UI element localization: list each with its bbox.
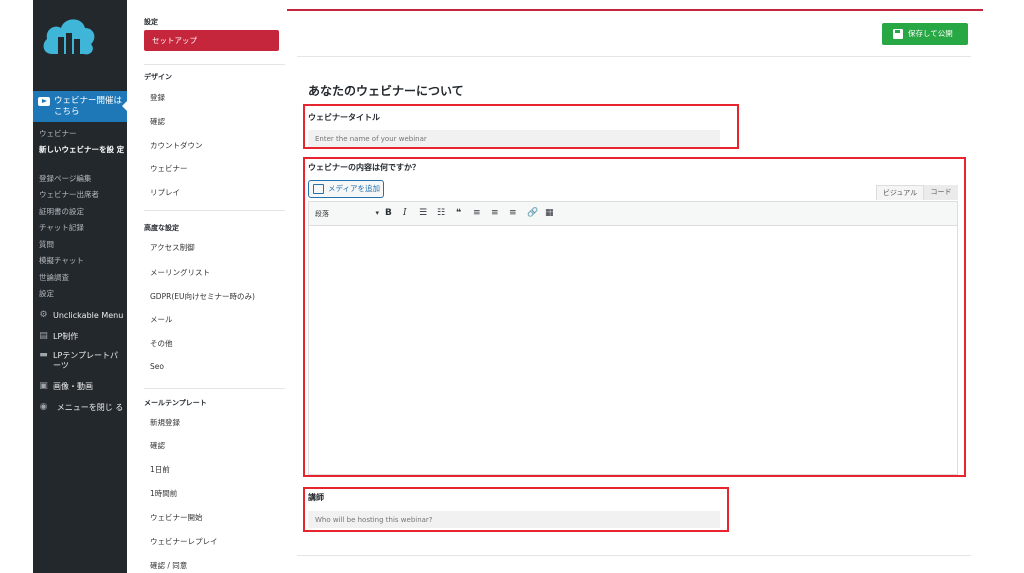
submenu-item[interactable]: チャット記録 [39, 223, 125, 232]
header-divider [297, 56, 971, 57]
add-media-label: メディアを追加 [328, 184, 380, 193]
align-center-icon[interactable]: ≡ [491, 207, 499, 219]
submenu-item[interactable]: 世論調査 [39, 273, 125, 282]
main-content: 保存して公開 あなたのウェビナーについて ウェビナータイトル ウェビナーの内容は… [297, 11, 971, 573]
nav-item[interactable]: ウェビナーレプレイ [150, 536, 218, 547]
media-icon [313, 184, 324, 194]
current-indicator [122, 101, 127, 111]
bulleted-list-icon[interactable]: ☰ [419, 207, 427, 219]
content-label: ウェビナーの内容は何ですか？ [308, 163, 420, 172]
submenu-item[interactable]: ウェビナー [39, 129, 125, 138]
nav-item[interactable]: アクセス制御 [150, 242, 195, 253]
section-divider [297, 555, 971, 556]
editor-toolbar: 段落 B I ☰ ☷ ❝ ≡ ≡ ≡ 🔗 ▦ [308, 201, 958, 226]
nav-item[interactable]: メール [150, 314, 173, 325]
host-input[interactable] [308, 511, 720, 528]
settings-nav: 設定 セットアップ デザイン 登録 確認 カウントダウン ウェビナー リプレイ … [139, 8, 287, 573]
submenu-item-current[interactable]: 新しいウェビナーを設 定 [39, 145, 125, 154]
nav-item[interactable]: 1日前 [150, 464, 170, 475]
cloud-logo-icon [40, 6, 98, 68]
nav-item[interactable]: GDPR(EU向けセミナー時のみ) [150, 291, 255, 302]
section-heading: デザイン [144, 73, 172, 81]
italic-button[interactable]: I [403, 207, 407, 219]
section-heading: 高度な設定 [144, 224, 179, 232]
media-icon: ▣ [39, 381, 48, 391]
nav-item[interactable]: カウントダウン [150, 140, 203, 151]
admin-sidebar: ウェビナー開催は こちら ウェビナー 新しいウェビナーを設 定 登録ページ編集 … [33, 0, 127, 573]
floppy-disk-icon [893, 29, 903, 39]
divider [144, 388, 285, 389]
pages-icon: ▤ [39, 331, 48, 341]
sidebar-item-label: 画像・動画 [53, 382, 93, 391]
nav-item[interactable]: Seo [150, 362, 164, 371]
sidebar-item-label: Unclickable Menu [53, 311, 124, 320]
nav-item[interactable]: 新規登録 [150, 417, 180, 428]
submenu-item[interactable]: ウェビナー出席者 [39, 190, 125, 199]
nav-item[interactable]: その他 [150, 338, 173, 349]
video-icon [38, 97, 50, 106]
numbered-list-icon[interactable]: ☷ [437, 207, 445, 219]
submenu-item[interactable]: 質問 [39, 240, 125, 249]
submenu-item[interactable]: 模擬チャット [39, 256, 125, 265]
host-label: 講師 [308, 493, 324, 502]
format-select[interactable]: 段落 [315, 209, 379, 219]
editor-content-area[interactable] [308, 226, 958, 475]
section-heading: メールテンプレート [144, 399, 207, 407]
nav-item[interactable]: メーリングリスト [150, 267, 210, 278]
divider [144, 64, 285, 65]
gear-icon: ⚙ [39, 310, 48, 320]
nav-item[interactable]: 確認 [150, 116, 165, 127]
submenu-item[interactable]: 証明書の設定 [39, 207, 125, 216]
nav-item[interactable]: 確認 [150, 440, 165, 451]
tab-visual[interactable]: ビジュアル [876, 185, 924, 200]
submenu-item[interactable]: 設定 [39, 289, 125, 298]
section-heading: 設定 [144, 18, 158, 26]
collapse-icon: ◉ [39, 402, 48, 412]
page-title: あなたのウェビナーについて [308, 84, 464, 98]
nav-item[interactable]: 1時間前 [150, 488, 177, 499]
sidebar-item-label: LPテンプレートパ ーツ [53, 351, 119, 370]
tab-code[interactable]: コード [924, 185, 958, 200]
add-media-button[interactable]: メディアを追加 [308, 180, 384, 198]
nav-item[interactable]: リプレイ [150, 187, 180, 198]
nav-item[interactable]: 登録 [150, 92, 165, 103]
webinar-title-label: ウェビナータイトル [308, 113, 380, 122]
sidebar-item-label: LP制作 [53, 332, 79, 341]
align-right-icon[interactable]: ≡ [509, 207, 517, 219]
save-publish-button[interactable]: 保存して公開 [882, 23, 968, 45]
app-frame: ウェビナー開催は こちら ウェビナー 新しいウェビナーを設 定 登録ページ編集 … [0, 0, 1024, 573]
webinar-title-input[interactable] [308, 130, 720, 147]
sidebar-item-label: ウェビナー開催は こちら [54, 96, 123, 117]
divider [144, 210, 285, 211]
sidebar-item-label: メニューを閉じ る [56, 403, 124, 412]
bold-button[interactable]: B [385, 207, 392, 219]
link-icon[interactable]: 🔗 [527, 207, 538, 219]
nav-item-setup-active[interactable]: セットアップ [144, 30, 279, 51]
align-left-icon[interactable]: ≡ [473, 207, 481, 219]
nav-item[interactable]: 確認 / 同意 [150, 560, 187, 571]
folder-icon: ▬ [39, 350, 48, 360]
nav-item[interactable]: ウェビナー [150, 163, 188, 174]
blockquote-icon[interactable]: ❝ [456, 207, 461, 219]
save-button-label: 保存して公開 [908, 29, 953, 38]
sidebar-item-webinar-host[interactable]: ウェビナー開催は こちら [33, 91, 127, 122]
nav-item[interactable]: ウェビナー開始 [150, 512, 203, 523]
submenu-item[interactable]: 登録ページ編集 [39, 174, 125, 183]
toolbar-toggle-icon[interactable]: ▦ [545, 207, 554, 219]
